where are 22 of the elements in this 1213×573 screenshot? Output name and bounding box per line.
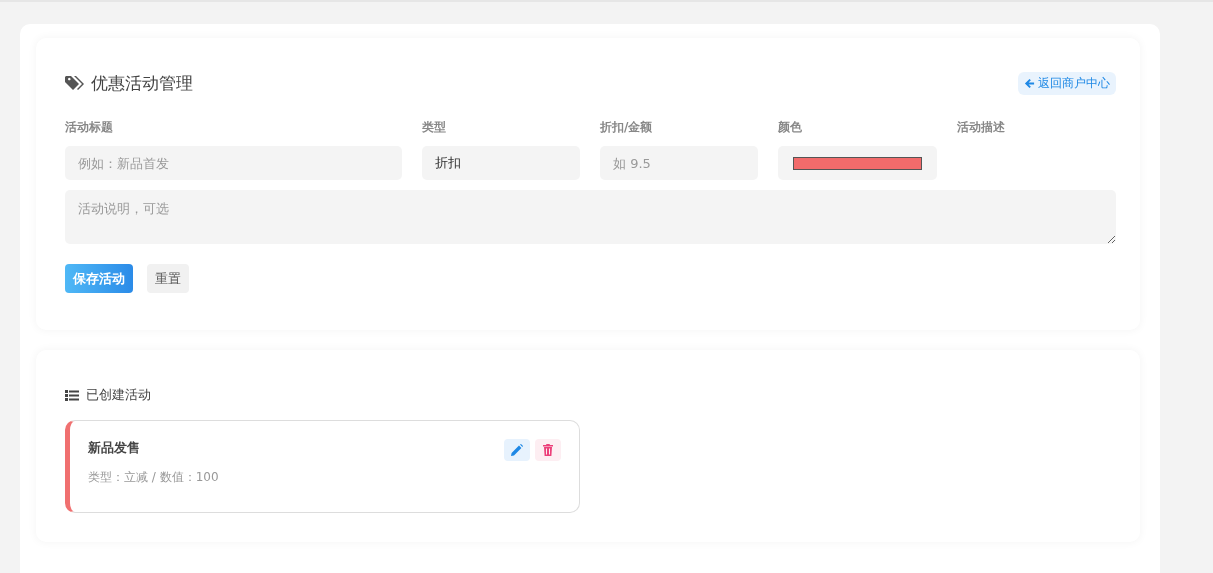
edit-button[interactable]	[504, 439, 530, 461]
reset-button[interactable]: 重置	[147, 264, 189, 293]
delete-button[interactable]	[535, 439, 561, 461]
section-title: 已创建活动	[86, 386, 151, 404]
field-label: 折扣/金额	[600, 119, 654, 136]
field-label: 活动标题	[65, 119, 114, 136]
field-label: 活动描述	[957, 119, 1006, 136]
tags-icon	[65, 75, 85, 92]
color-picker[interactable]	[778, 146, 937, 180]
field-label: 类型	[422, 119, 447, 136]
page-title: 优惠活动管理	[91, 72, 193, 95]
type-select[interactable]: 折扣	[422, 146, 580, 180]
description-field[interactable]: 活动说明，可选	[65, 190, 1116, 244]
list-icon	[65, 389, 79, 401]
arrow-left-icon	[1024, 78, 1035, 89]
input-field[interactable]: 例如：新品首发	[65, 146, 402, 180]
activity-title: 新品发售	[88, 439, 141, 457]
activity-details: 类型：立减 / 数值：100	[88, 469, 219, 486]
trash-icon	[543, 444, 553, 456]
pencil-icon	[511, 444, 523, 456]
field-label: 颜色	[778, 119, 803, 136]
input-field[interactable]: 如 9.5	[600, 146, 758, 180]
